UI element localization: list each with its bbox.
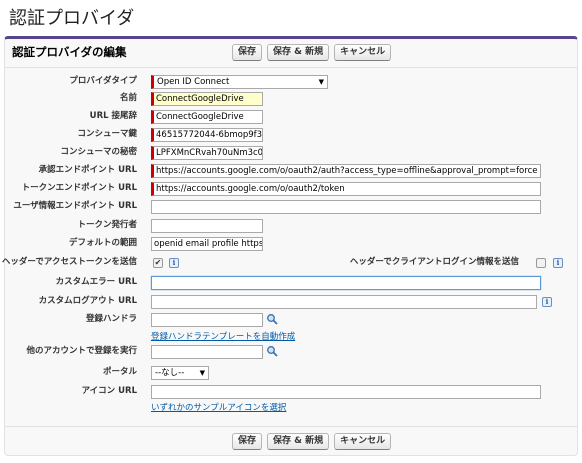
bottom-button-bar: 保存 保存 & 新規 キャンセル	[232, 433, 392, 450]
info-icon[interactable]: i	[542, 297, 552, 307]
auto-create-handler-link[interactable]: 登録ハンドラテンプレートを自動作成	[151, 330, 295, 342]
provider-type-value: Open ID Connect	[157, 77, 230, 87]
portal-label: ポータル	[102, 367, 137, 377]
userinfo-endpoint-label: ユーザ情報エンドポイント URL	[13, 201, 137, 211]
token-issuer-field[interactable]	[151, 219, 263, 233]
cancel-button[interactable]: キャンセル	[334, 44, 392, 61]
cancel-button[interactable]: キャンセル	[334, 433, 392, 450]
save-button[interactable]: 保存	[232, 44, 263, 61]
panel-header: 認証プロバイダの編集 保存 保存 & 新規 キャンセル	[5, 39, 577, 68]
icon-url-label: アイコン URL	[81, 386, 137, 396]
choose-sample-icon-link[interactable]: いずれかのサンプルアイコンを選択	[151, 401, 286, 413]
info-icon[interactable]: i	[169, 258, 179, 268]
consumer-key-label: コンシューマ鍵	[77, 129, 137, 139]
token-issuer-label: トークン発行者	[77, 220, 137, 230]
registration-handler-field[interactable]	[151, 313, 263, 327]
custom-logout-url-label: カスタムログアウト URL	[38, 296, 137, 306]
magnifier-lookup-icon[interactable]	[266, 313, 278, 325]
default-scopes-label: デフォルトの範囲	[68, 238, 137, 248]
icon-url-field[interactable]	[151, 385, 541, 399]
edit-panel: 認証プロバイダの編集 保存 保存 & 新規 キャンセル プロバイダタイプ Ope…	[1, 36, 578, 456]
token-endpoint-field[interactable]: https://accounts.google.com/o/oauth2/tok…	[151, 182, 541, 196]
execute-as-label: 他のアカウントで登録を実行	[26, 346, 137, 356]
custom-error-url-field[interactable]	[151, 276, 541, 290]
authorize-endpoint-field[interactable]: https://accounts.google.com/o/oauth2/aut…	[151, 164, 541, 178]
top-button-bar: 保存 保存 & 新規 キャンセル	[232, 44, 392, 61]
caret-down-icon: ▼	[318, 78, 324, 86]
custom-error-url-label: カスタムエラー URL	[55, 277, 137, 287]
portal-value: --なし--	[155, 368, 185, 378]
save-new-button[interactable]: 保存 & 新規	[267, 44, 330, 61]
consumer-secret-label: コンシューマの秘密	[60, 147, 137, 157]
default-scopes-field[interactable]: openid email profile https	[151, 237, 263, 251]
caret-down-icon: ▼	[199, 369, 205, 377]
authorize-endpoint-label: 承認エンドポイント URL	[38, 165, 137, 175]
portal-select[interactable]: --なし-- ▼	[151, 366, 209, 380]
execute-as-field[interactable]	[151, 345, 263, 359]
checkmark-icon: ✔	[154, 258, 162, 267]
name-label: 名前	[119, 93, 137, 103]
consumer-secret-field[interactable]: LPFXMnCRvah70uNm3c0	[151, 146, 263, 160]
magnifier-lookup-icon[interactable]	[266, 345, 278, 357]
consumer-key-field[interactable]: 46515772044-6bmop9f37	[151, 128, 263, 142]
save-new-button[interactable]: 保存 & 新規	[267, 433, 330, 450]
provider-type-label: プロバイダタイプ	[69, 76, 137, 86]
send-access-token-label: ヘッダーでアクセストークンを送信	[1, 257, 137, 267]
send-client-creds-checkbox[interactable]	[536, 258, 546, 268]
userinfo-endpoint-field[interactable]	[151, 200, 541, 214]
send-client-creds-label: ヘッダーでクライアントログイン情報を送信	[349, 257, 519, 267]
url-suffix-field[interactable]: ConnectGoogleDrive	[151, 110, 263, 124]
save-button[interactable]: 保存	[232, 433, 263, 450]
send-access-token-checkbox[interactable]: ✔	[153, 258, 163, 268]
registration-handler-label: 登録ハンドラ	[85, 314, 137, 324]
panel-footer: 保存 保存 & 新規 キャンセル	[5, 426, 577, 455]
info-icon[interactable]: i	[553, 258, 563, 268]
provider-type-select[interactable]: Open ID Connect ▼	[151, 75, 328, 89]
page-title: 認証プロバイダ	[9, 8, 135, 29]
custom-logout-url-field[interactable]	[151, 295, 537, 309]
token-endpoint-label: トークンエンドポイント URL	[21, 183, 137, 193]
url-suffix-label: URL 接尾辞	[89, 111, 137, 121]
section-title: 認証プロバイダの編集	[12, 45, 127, 59]
name-field[interactable]: ConnectGoogleDrive	[151, 92, 263, 106]
